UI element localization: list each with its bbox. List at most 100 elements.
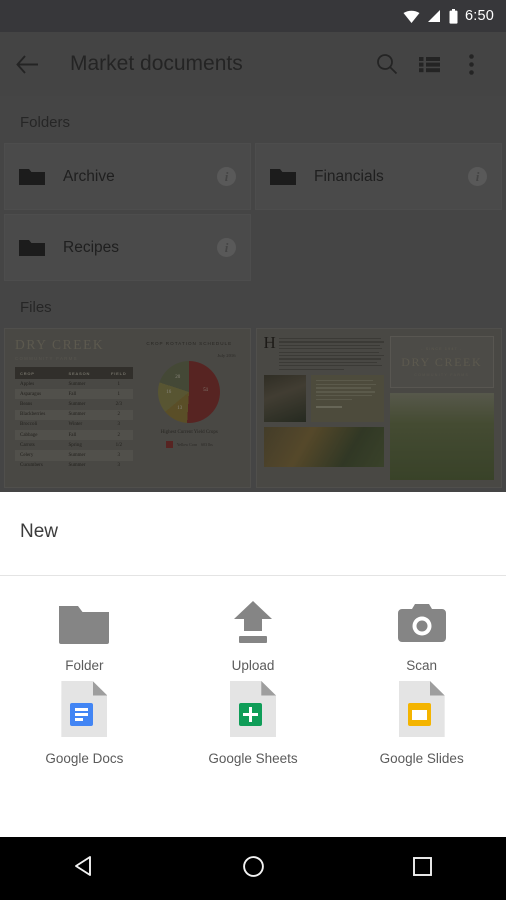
table-row: Cabbage Fall 2 [15, 429, 133, 441]
sheet-title: New [20, 521, 59, 542]
doc-subbrand: COMMUNITY FARMS [15, 356, 78, 361]
table-row: Beans Summer 2/3 [15, 399, 133, 409]
info-icon[interactable]: i [217, 167, 236, 186]
doc-brand: DRY CREEK [15, 337, 105, 352]
info-icon[interactable]: i [217, 238, 236, 257]
table-row: Blackberries Summer 2 [15, 409, 133, 420]
option-label: Google Slides [379, 751, 464, 766]
file-thumbnail-crop-schedule[interactable]: DRY CREEK COMMUNITY FARMS CROP SEASON FI… [4, 328, 251, 488]
cell-field: 1 [106, 389, 133, 400]
cell-crop: Beans [20, 401, 33, 407]
cell-season: Fall [63, 429, 107, 441]
folder-icon [19, 168, 45, 185]
chart-title: CROP ROTATION SCHEDULE [146, 341, 233, 346]
nav-recents-button[interactable] [412, 856, 433, 882]
recents-square-icon [412, 856, 432, 876]
new-google-slides-option[interactable]: Google Slides [337, 681, 506, 766]
signal-icon [427, 9, 440, 22]
cell-season: Winter [68, 422, 83, 428]
col-crop: CROP [15, 367, 64, 379]
new-folder-option[interactable]: Folder [0, 598, 169, 673]
upload-icon [230, 598, 276, 644]
table-row: Apples Summer 1 [15, 379, 133, 389]
cell-field: 3 [117, 422, 121, 428]
cell-season: Spring [68, 442, 82, 448]
folders-grid: Archive i Financials i Recipes i [0, 143, 506, 281]
folder-item-recipes[interactable]: Recipes i [4, 214, 251, 281]
logo-brand: DRY CREEK [401, 355, 483, 369]
cell-crop: Cucumbers [20, 463, 43, 469]
col-field: FIELD [106, 367, 133, 379]
app-bar: Market documents [0, 32, 506, 96]
newsletter-right-column: - SINCE 1947 - DRY CREEK COMMUNITY FARMS [389, 336, 494, 480]
drop-cap: H [263, 333, 276, 352]
status-bar: 6:50 [0, 0, 506, 32]
nav-home-button[interactable] [242, 855, 265, 883]
cell-crop: Blackberries [15, 409, 64, 420]
cell-field: 3 [117, 463, 121, 469]
pie-value-20: 20 [175, 375, 181, 380]
camera-icon [397, 598, 446, 644]
list-view-icon [418, 56, 440, 72]
photo-vineyard-field [389, 393, 494, 480]
cell-crop: Broccoli [20, 422, 38, 428]
cell-crop: Carrots [20, 442, 35, 448]
option-label: Google Sheets [208, 751, 298, 766]
more-vert-icon [468, 53, 474, 75]
legend-label: Yellow Corn [176, 442, 198, 447]
folder-icon [270, 168, 296, 185]
battery-icon [449, 8, 458, 24]
files-section-label: Files [20, 299, 52, 316]
cell-field: 1 [117, 381, 121, 387]
option-label: Folder [65, 658, 104, 673]
overflow-menu-button[interactable] [450, 43, 492, 85]
folder-name: Recipes [63, 238, 119, 256]
back-button[interactable] [6, 43, 48, 85]
file-browser-content: Market documents Folders Archive i Finan… [0, 32, 506, 488]
files-grid: DRY CREEK COMMUNITY FARMS CROP SEASON FI… [0, 328, 506, 488]
folder-item-financials[interactable]: Financials i [255, 143, 502, 210]
newsletter-logo: - SINCE 1947 - DRY CREEK COMMUNITY FARMS [389, 336, 494, 388]
cell-crop: Celery [15, 450, 64, 461]
newsletter-feature-row [263, 374, 384, 422]
new-bottom-sheet: New Folder Upload Scan Google Docs Googl… [0, 492, 506, 837]
new-google-sheets-option[interactable]: Google Sheets [169, 681, 338, 766]
upload-option[interactable]: Upload [169, 598, 338, 673]
cell-season: Summer [68, 381, 86, 387]
crop-table: CROP SEASON FIELD Apples Summer 1 Aspara… [15, 367, 133, 471]
search-button[interactable] [366, 43, 408, 85]
option-label: Scan [406, 658, 438, 673]
pie-value-51: 51 [203, 388, 209, 393]
chart-annotation: Highest Current Yield Crops [160, 430, 218, 435]
table-header-row: CROP SEASON FIELD [15, 367, 133, 379]
table-row: Broccoli Winter 3 [15, 420, 133, 430]
nav-back-button[interactable] [73, 855, 95, 882]
cell-crop: Asparagus [15, 389, 64, 400]
legend-swatch [165, 441, 173, 448]
android-nav-bar [0, 837, 506, 900]
photo-harvest-vegetables [263, 426, 384, 467]
google-sheets-icon [230, 681, 276, 737]
pie-value-13: 13 [177, 406, 183, 411]
table-row: Carrots Spring 1/2 [15, 440, 133, 450]
cell-field: 2 [106, 429, 133, 441]
chart-legend: Yellow Corn 603 lbs [139, 441, 240, 448]
new-google-docs-option[interactable]: Google Docs [0, 681, 169, 766]
folders-section-label: Folders [20, 114, 71, 131]
folder-item-archive[interactable]: Archive i [4, 143, 251, 210]
folder-icon [59, 598, 110, 644]
info-icon[interactable]: i [468, 167, 487, 186]
list-view-button[interactable] [408, 43, 450, 85]
cell-season: Summer [68, 463, 86, 469]
legend-value: 603 lbs [201, 442, 213, 447]
logo-since: - SINCE 1947 - [421, 347, 463, 351]
thumb-chart-column: CROP ROTATION SCHEDULE July 2016 51 13 1… [139, 337, 240, 479]
cell-field: 1/2 [115, 442, 122, 448]
cell-season: Summer [63, 409, 107, 420]
cell-field: 2 [106, 409, 133, 420]
file-thumbnail-newsletter[interactable]: H - SINCE 1947 - DRY CREEK COMMUNITY FAR… [255, 328, 502, 488]
option-label: Upload [231, 658, 275, 673]
table-row: Asparagus Fall 1 [15, 389, 133, 400]
scan-option[interactable]: Scan [337, 598, 506, 673]
pie-chart: 51 13 16 20 [158, 361, 221, 423]
